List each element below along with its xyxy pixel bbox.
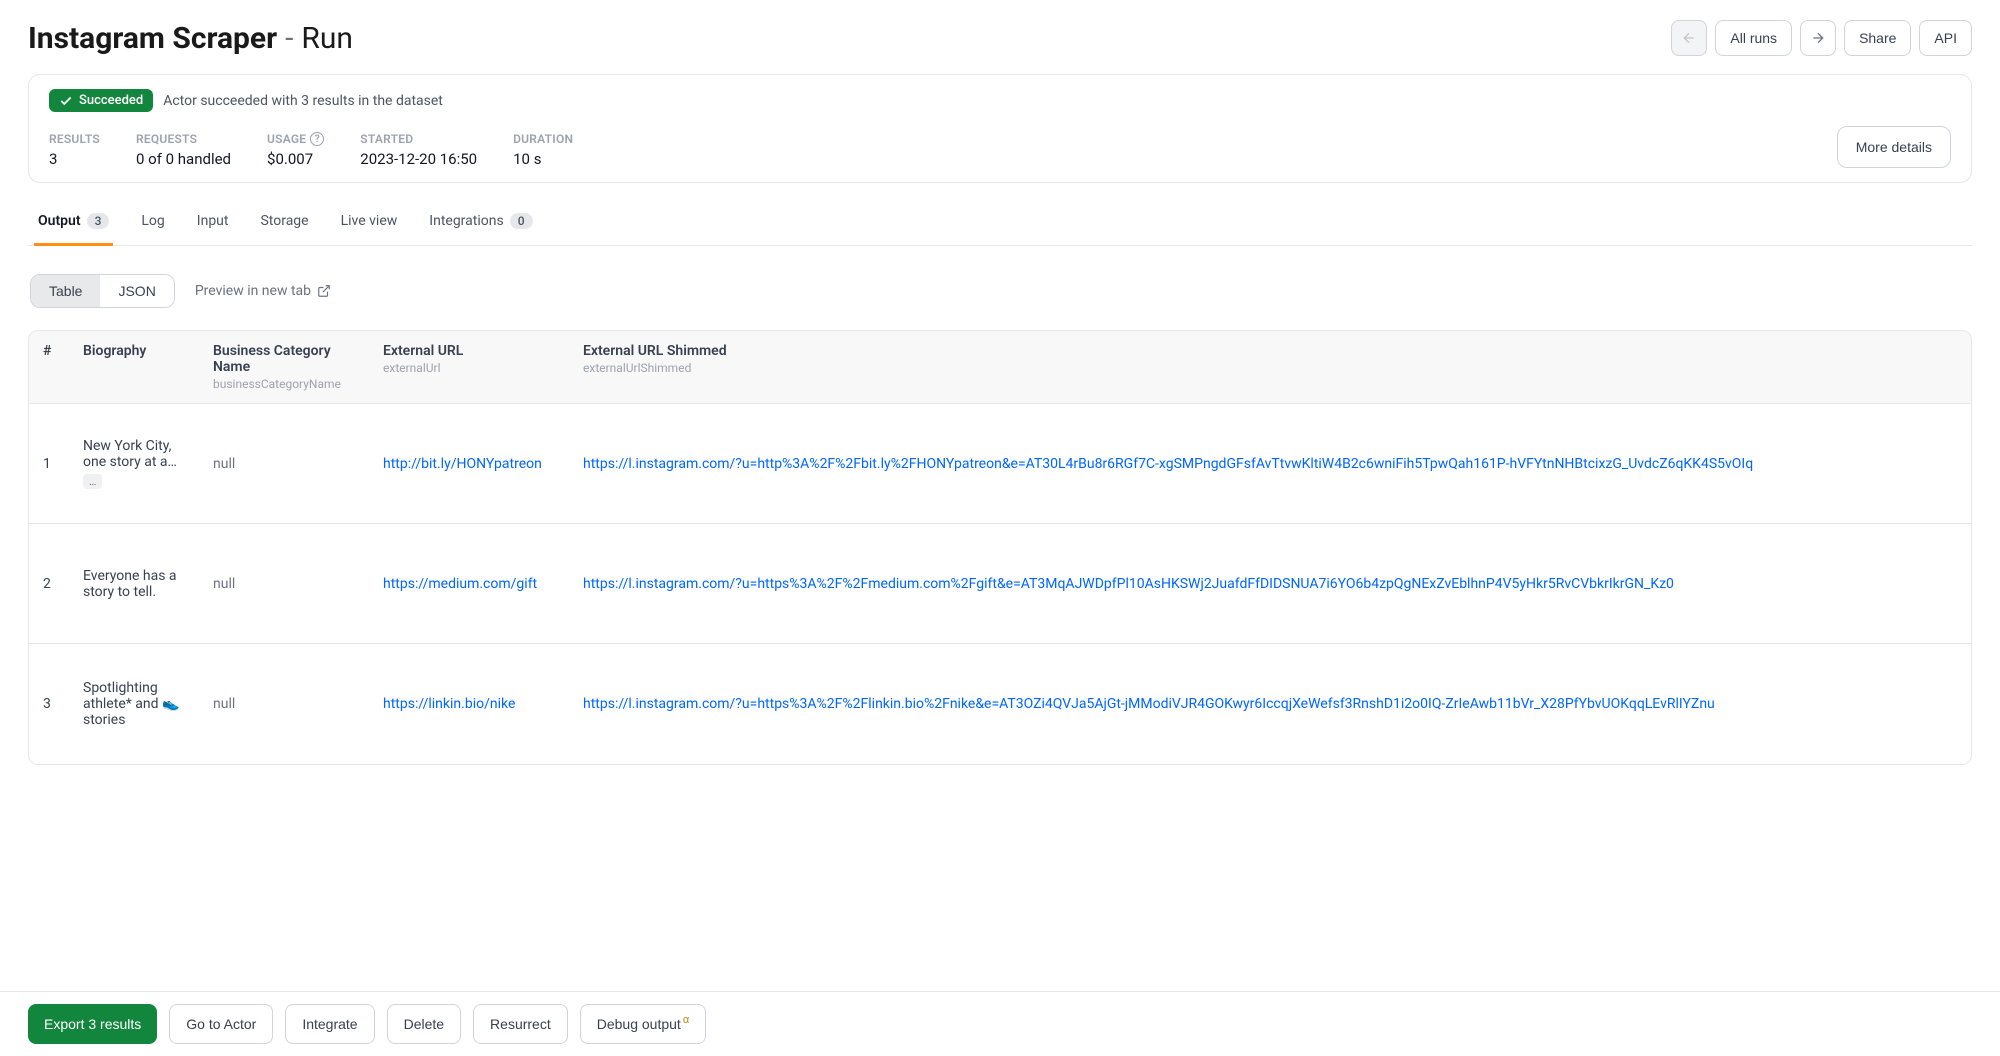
- cell-external-url-shimmed[interactable]: https://l.instagram.com/?u=https%3A%2F%2…: [569, 524, 1971, 644]
- cell-num: 2: [29, 524, 69, 644]
- next-run-button[interactable]: [1800, 20, 1836, 56]
- all-runs-button[interactable]: All runs: [1715, 20, 1792, 56]
- col-header-external-url-shimmed[interactable]: External URL Shimmed externalUrlShimmed: [569, 331, 1971, 404]
- results-value: 3: [49, 150, 100, 168]
- resurrect-button[interactable]: Resurrect: [473, 1004, 568, 1044]
- col-header-biography[interactable]: Biography: [69, 331, 199, 404]
- tab-storage[interactable]: Storage: [256, 201, 312, 246]
- cell-category: null: [199, 524, 369, 644]
- cell-category: null: [199, 404, 369, 524]
- page-title: Instagram Scraper - Run: [28, 21, 353, 56]
- alpha-badge: α: [683, 1014, 689, 1026]
- export-button[interactable]: Export 3 results: [28, 1004, 157, 1044]
- cell-biography: Everyone has a story to tell.: [69, 524, 199, 644]
- title-separator: -: [285, 21, 293, 56]
- cell-external-url[interactable]: https://linkin.bio/nike: [369, 644, 569, 764]
- cell-num: 3: [29, 644, 69, 764]
- col-header-category[interactable]: Business Category Name businessCategoryN…: [199, 331, 369, 404]
- cell-num: 1: [29, 404, 69, 524]
- footer-bar: Export 3 results Go to Actor Integrate D…: [0, 991, 2000, 1056]
- col-header-num[interactable]: #: [29, 331, 69, 404]
- table-row: 1 New York City, one story at a… … null …: [29, 404, 1971, 524]
- usage-label: USAGE ?: [267, 132, 324, 146]
- info-icon[interactable]: ?: [310, 132, 324, 146]
- cell-external-url[interactable]: https://medium.com/gift: [369, 524, 569, 644]
- tab-output[interactable]: Output 3: [34, 201, 113, 246]
- tab-input[interactable]: Input: [193, 201, 233, 246]
- col-header-external-url[interactable]: External URL externalUrl: [369, 331, 569, 404]
- view-toggle: Table JSON: [30, 274, 175, 308]
- prev-run-button: [1671, 20, 1707, 56]
- duration-value: 10 s: [513, 150, 573, 168]
- integrate-button[interactable]: Integrate: [285, 1004, 374, 1044]
- check-icon: [59, 94, 73, 108]
- integrations-count-badge: 0: [510, 213, 533, 229]
- results-table: # Biography Business Category Name busin…: [28, 330, 1972, 765]
- status-message: Actor succeeded with 3 results in the da…: [163, 93, 443, 109]
- started-label: STARTED: [360, 132, 477, 146]
- table-view-button[interactable]: Table: [31, 275, 100, 307]
- more-details-button[interactable]: More details: [1837, 126, 1951, 168]
- expand-button[interactable]: …: [83, 474, 102, 489]
- cell-biography: New York City, one story at a… …: [69, 404, 199, 524]
- requests-value: 0 of 0 handled: [136, 150, 231, 168]
- table-row: 2 Everyone has a story to tell. null htt…: [29, 524, 1971, 644]
- tab-integrations[interactable]: Integrations 0: [425, 201, 536, 246]
- tab-log[interactable]: Log: [137, 201, 168, 246]
- external-link-icon: [317, 284, 331, 298]
- cell-biography: Spotlighting athlete* and 👟 stories: [69, 644, 199, 764]
- title-main: Instagram Scraper: [28, 21, 277, 56]
- tabs: Output 3 Log Input Storage Live view Int…: [28, 201, 1972, 246]
- output-count-badge: 3: [87, 213, 110, 229]
- delete-button[interactable]: Delete: [387, 1004, 461, 1044]
- duration-label: DURATION: [513, 132, 573, 146]
- preview-link[interactable]: Preview in new tab: [195, 283, 331, 299]
- title-run: Run: [301, 21, 353, 56]
- status-badge: Succeeded: [49, 89, 153, 112]
- share-button[interactable]: Share: [1844, 20, 1911, 56]
- usage-value: $0.007: [267, 150, 324, 168]
- cell-external-url-shimmed[interactable]: https://l.instagram.com/?u=https%3A%2F%2…: [569, 644, 1971, 764]
- api-button[interactable]: API: [1919, 20, 1972, 56]
- table-row: 3 Spotlighting athlete* and 👟 stories nu…: [29, 644, 1971, 764]
- cell-external-url[interactable]: http://bit.ly/HONYpatreon: [369, 404, 569, 524]
- debug-output-button[interactable]: Debug outputα: [580, 1004, 706, 1044]
- status-card: Succeeded Actor succeeded with 3 results…: [28, 74, 1972, 183]
- cell-category: null: [199, 644, 369, 764]
- results-label: RESULTS: [49, 132, 100, 146]
- started-value: 2023-12-20 16:50: [360, 150, 477, 168]
- status-badge-text: Succeeded: [79, 93, 143, 108]
- json-view-button[interactable]: JSON: [100, 275, 173, 307]
- requests-label: REQUESTS: [136, 132, 231, 146]
- tab-live-view[interactable]: Live view: [337, 201, 402, 246]
- cell-external-url-shimmed[interactable]: https://l.instagram.com/?u=http%3A%2F%2F…: [569, 404, 1971, 524]
- go-to-actor-button[interactable]: Go to Actor: [169, 1004, 273, 1044]
